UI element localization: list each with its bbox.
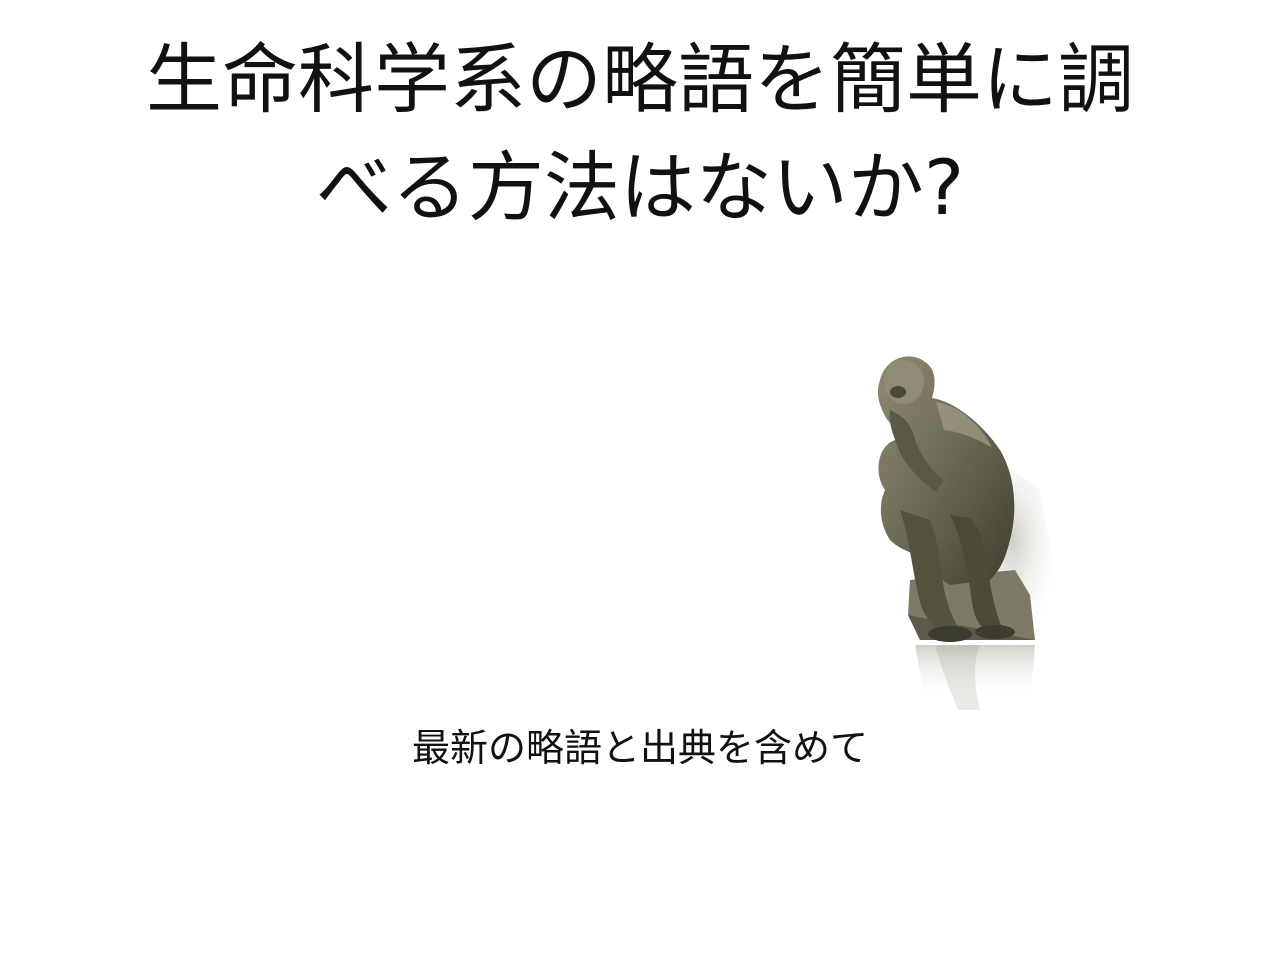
slide-subtitle: 最新の略語と出典を含めて (411, 726, 868, 770)
thinker-statue-icon (877, 356, 1065, 710)
slide-title-line-2: べる方法はないか? (315, 143, 965, 232)
slide: 生命科学系の略語を簡単に調 べる方法はないか? 最新の略語と出典を含めて (0, 0, 1280, 960)
slide-title-line-1: 生命科学系の略語を簡単に調 (146, 35, 1134, 124)
slide-title: 生命科学系の略語を簡単に調 べる方法はないか? (60, 26, 1220, 242)
